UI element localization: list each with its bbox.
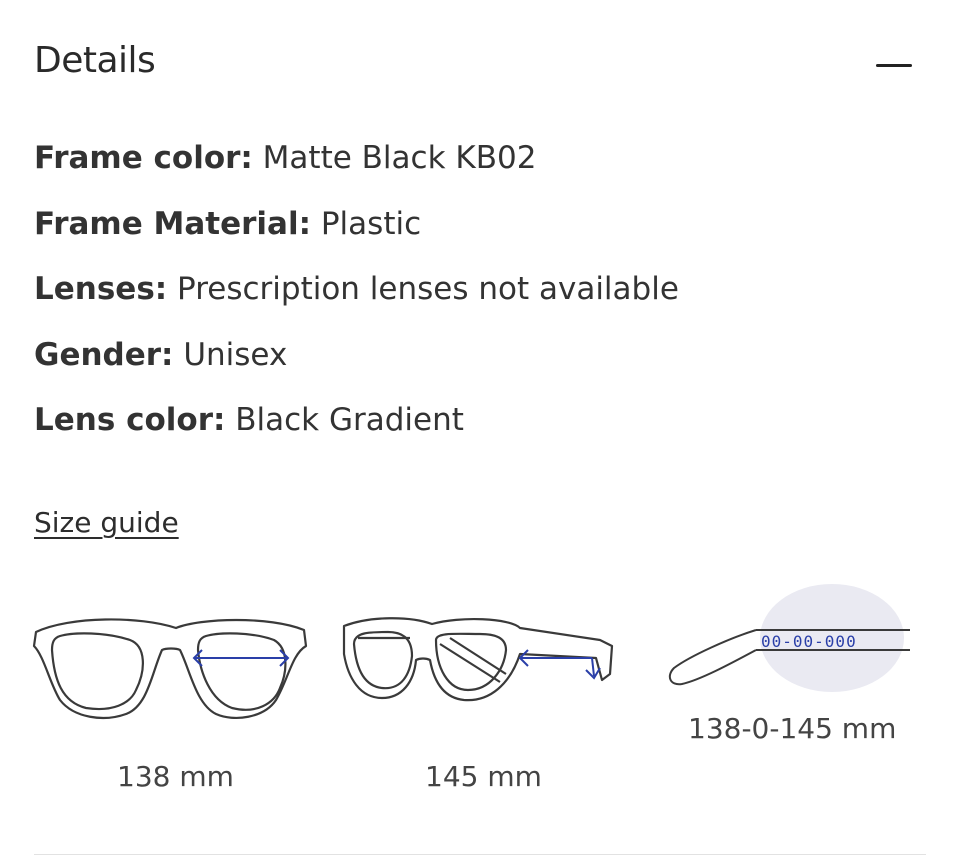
section-title: Details (34, 40, 156, 81)
temple-marking-caption: 138-0-145 mm (688, 712, 897, 745)
detail-label: Lenses: (34, 271, 168, 307)
detail-gender: Gender: Unisex (34, 333, 934, 399)
temple-arm-icon: 00-00-000 (668, 584, 910, 692)
frame-width-caption: 138 mm (117, 760, 234, 793)
detail-value: Prescription lenses not available (177, 271, 679, 307)
detail-value: Black Gradient (235, 402, 464, 438)
detail-lenses: Lenses: Prescription lenses not availabl… (34, 267, 934, 333)
detail-value: Plastic (320, 205, 422, 242)
detail-label: Frame color: (34, 140, 253, 176)
detail-frame-material: Frame Material: Plastic (34, 202, 934, 268)
detail-lens-color: Lens color: Black Gradient (34, 398, 934, 464)
minus-icon (876, 64, 912, 67)
glasses-side-icon (342, 617, 614, 702)
temple-length-caption: 145 mm (425, 760, 542, 793)
detail-label: Lens color: (34, 402, 226, 438)
detail-label: Gender: (34, 336, 174, 373)
detail-frame-color: Frame color: Matte Black KB02 (34, 136, 934, 202)
detail-value: Unisex (183, 336, 288, 373)
detail-value: Matte Black KB02 (262, 140, 537, 176)
glasses-front-icon (32, 618, 308, 720)
detail-label: Frame Material: (34, 205, 311, 242)
collapse-button[interactable] (872, 54, 914, 84)
details-header: Details (34, 40, 914, 90)
temple-marking: 00-00-000 (761, 632, 857, 651)
details-list: Frame color: Matte Black KB02 Frame Mate… (34, 136, 934, 464)
size-guide-link[interactable]: Size guide (34, 506, 179, 539)
section-divider (34, 854, 926, 855)
